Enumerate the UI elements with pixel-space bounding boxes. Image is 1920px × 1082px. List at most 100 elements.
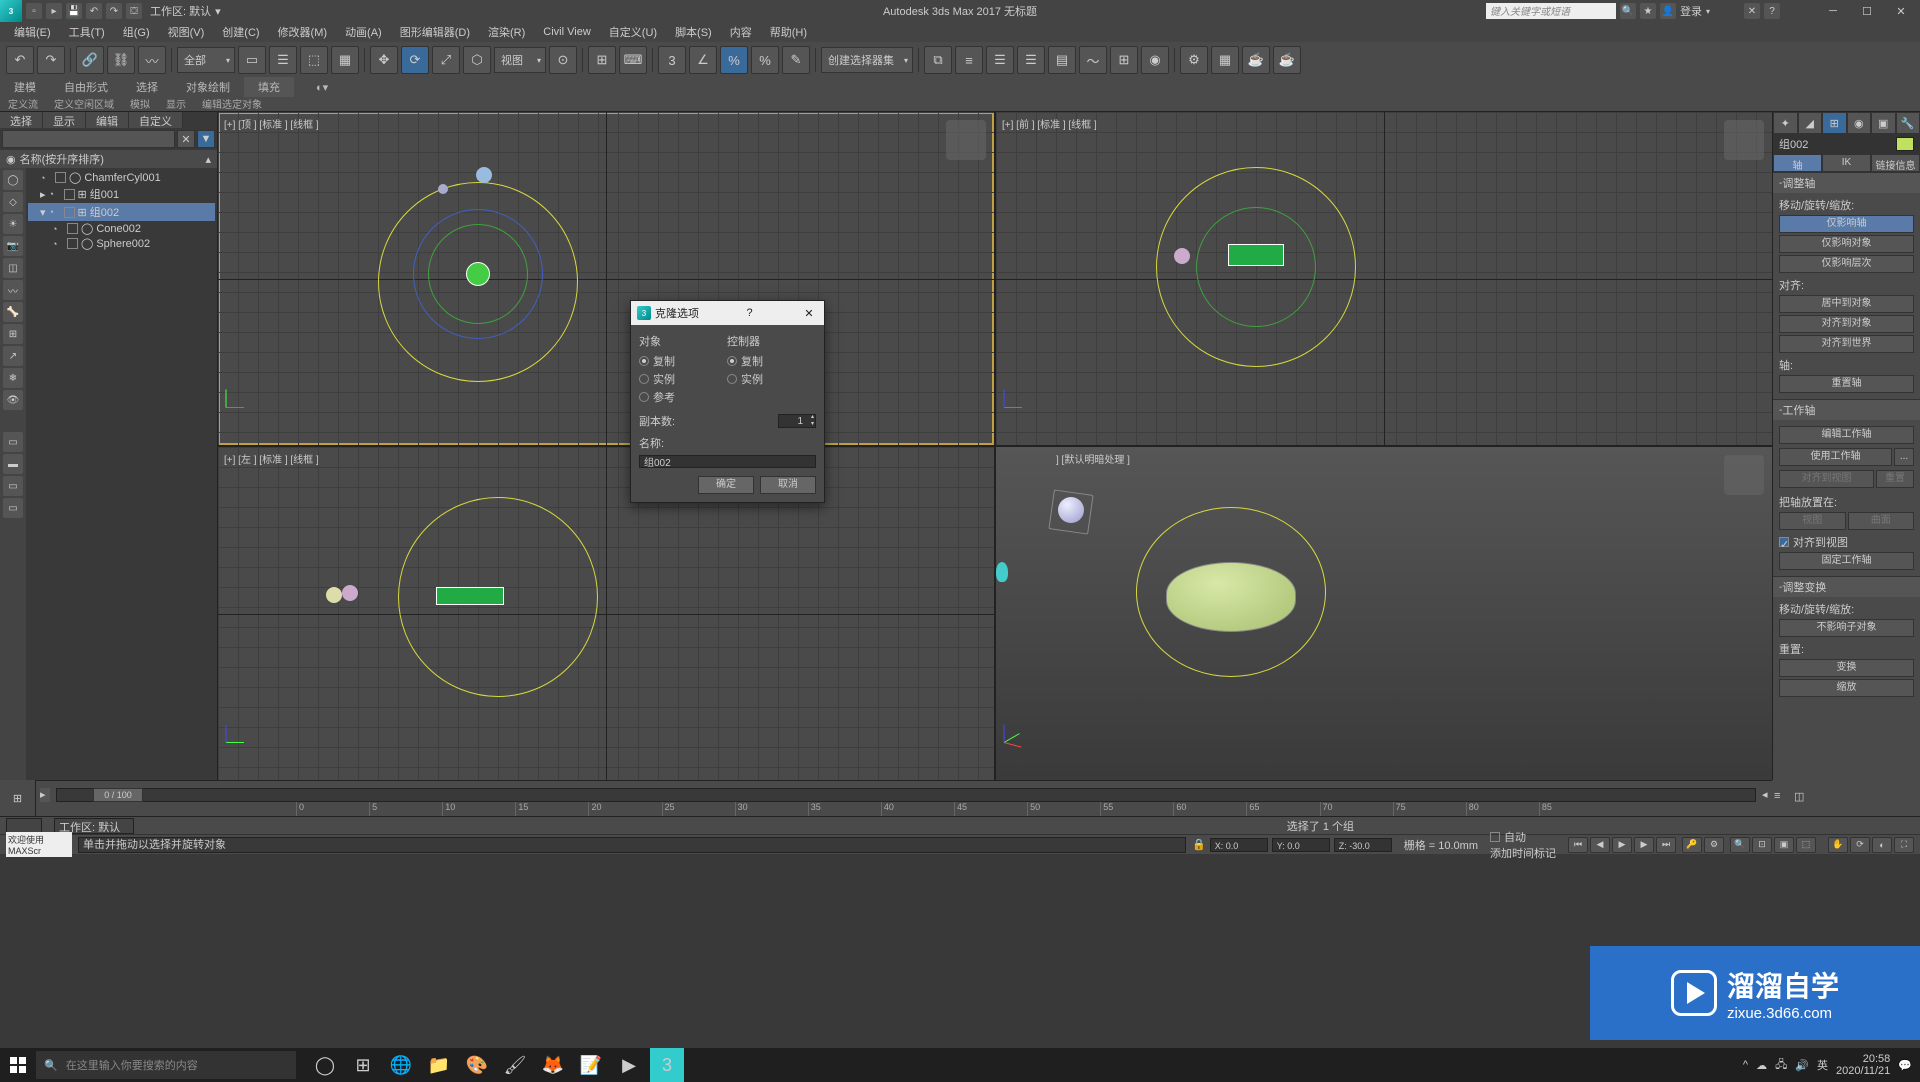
- filter-c-icon[interactable]: ▭: [3, 476, 23, 496]
- redo-button[interactable]: ↷: [37, 46, 65, 74]
- keyboard-shortcut-button[interactable]: ⌨: [619, 46, 647, 74]
- placement-button[interactable]: ⬡: [463, 46, 491, 74]
- render-button[interactable]: ☕: [1242, 46, 1270, 74]
- angle-snap-button[interactable]: ∠: [689, 46, 717, 74]
- time-slider-thumb[interactable]: 0 / 100: [93, 788, 143, 802]
- cmd-tab-utilities-icon[interactable]: 🔧: [1896, 112, 1920, 134]
- anim-next-button[interactable]: ▶: [1634, 837, 1654, 853]
- manipulate-button[interactable]: ⊞: [588, 46, 616, 74]
- filter-hidden-icon[interactable]: 👁: [3, 390, 23, 410]
- wp-align-view-button[interactable]: 对齐到视图: [1779, 470, 1874, 488]
- explorer-sort-header[interactable]: ◉ 名称(按升序排序) ▴: [0, 150, 217, 168]
- star-icon[interactable]: ★: [1640, 3, 1656, 19]
- affect-pivot-button[interactable]: 仅影响轴: [1779, 215, 1914, 233]
- explorer-filter-icon[interactable]: ▼: [197, 130, 215, 148]
- viewport-left[interactable]: [+] [左 ] [标准 ] [线框 ]: [218, 447, 994, 780]
- selection-filter-dropdown[interactable]: 全部: [177, 47, 235, 73]
- clock-time[interactable]: 20:58: [1836, 1053, 1890, 1065]
- spinner-snap-button[interactable]: %: [751, 46, 779, 74]
- cmd-tab-motion-icon[interactable]: ◉: [1847, 112, 1872, 134]
- menu-group[interactable]: 组(G): [115, 22, 158, 42]
- viewport-label[interactable]: ] [默认明暗处理 ]: [1056, 451, 1130, 466]
- ribbon-defidle[interactable]: 定义空闲区域: [46, 95, 122, 112]
- undo-button[interactable]: ↶: [6, 46, 34, 74]
- viewport-label[interactable]: [+] [顶 ] [标准 ] [线框 ]: [224, 116, 319, 131]
- filter-bone-icon[interactable]: 🦴: [3, 302, 23, 322]
- rotate-button[interactable]: ⟳: [401, 46, 429, 74]
- zoom-region-button[interactable]: ⬚: [1796, 837, 1816, 853]
- filter-camera-icon[interactable]: 📷: [3, 236, 23, 256]
- hierarchy-ik-tab[interactable]: IK: [1822, 154, 1871, 172]
- ctrl-instance-radio[interactable]: 实例: [727, 371, 812, 387]
- explorer-tab-select[interactable]: 选择: [0, 112, 43, 128]
- ctrl-copy-radio[interactable]: 复制: [727, 353, 812, 369]
- move-button[interactable]: ✥: [370, 46, 398, 74]
- unlink-button[interactable]: ⛓: [107, 46, 135, 74]
- maximize-viewport-button[interactable]: ⛶: [1894, 837, 1914, 853]
- ribbon-objpaint[interactable]: 对象绘制: [172, 77, 244, 97]
- explorer-tab-edit[interactable]: 编辑: [86, 112, 129, 128]
- app-icon-1[interactable]: 🎨: [460, 1048, 494, 1082]
- tree-item-chamfercyl[interactable]: ◔◯ChamferCyl001: [28, 170, 215, 185]
- cmd-tab-modify-icon[interactable]: ◢: [1798, 112, 1823, 134]
- wp-align-view-checkbox[interactable]: ✓对齐到视图: [1779, 534, 1914, 550]
- menu-views[interactable]: 视图(V): [160, 22, 213, 42]
- filter-xref-icon[interactable]: ↗: [3, 346, 23, 366]
- add-time-tag[interactable]: 添加时间标记: [1490, 845, 1556, 861]
- reset-scale-button[interactable]: 缩放: [1779, 679, 1914, 697]
- cmd-tab-hierarchy-icon[interactable]: ⊞: [1822, 112, 1847, 134]
- zoom-button[interactable]: 🔍: [1730, 837, 1750, 853]
- anim-gotostart-button[interactable]: ⏮: [1568, 837, 1588, 853]
- center-to-object-button[interactable]: 居中到对象: [1779, 295, 1914, 313]
- render-fb-button[interactable]: ▦: [1211, 46, 1239, 74]
- timeline-ruler[interactable]: 0 5 10 15 20 25 30 35 40 45 50 55 60 65 …: [296, 802, 1612, 816]
- layer2-button[interactable]: ☰: [1017, 46, 1045, 74]
- viewcube-icon[interactable]: [1724, 120, 1764, 160]
- mirror-button[interactable]: ⧉: [924, 46, 952, 74]
- use-working-pivot-button[interactable]: 使用工作轴: [1779, 448, 1892, 466]
- viewport-label[interactable]: [+] [左 ] [标准 ] [线框 ]: [224, 451, 319, 466]
- snap-button[interactable]: 3: [658, 46, 686, 74]
- dialog-cancel-button[interactable]: 取消: [760, 476, 816, 494]
- viewport-label[interactable]: [+] [前 ] [标准 ] [线框 ]: [1002, 116, 1097, 131]
- explorer-clear-icon[interactable]: ✕: [177, 130, 195, 148]
- copies-spinner[interactable]: 1: [778, 414, 816, 428]
- cmd-tab-create-icon[interactable]: ✦: [1773, 112, 1798, 134]
- select-name-button[interactable]: ☰: [269, 46, 297, 74]
- clone-reference-radio[interactable]: 参考: [639, 389, 724, 405]
- user-icon[interactable]: 👤: [1660, 3, 1676, 19]
- align-button[interactable]: ≡: [955, 46, 983, 74]
- ribbon-editsel[interactable]: 编辑选定对象: [194, 95, 270, 112]
- named-selset-dropdown[interactable]: 创建选择器集: [821, 47, 913, 73]
- app-logo[interactable]: 3: [0, 0, 22, 22]
- affect-object-button[interactable]: 仅影响对象: [1779, 235, 1914, 253]
- coord-y[interactable]: Y: 0.0: [1272, 838, 1330, 852]
- explorer-app-icon[interactable]: 📁: [422, 1048, 456, 1082]
- edge-app-icon[interactable]: 🌐: [384, 1048, 418, 1082]
- help-icon[interactable]: ?: [1764, 3, 1780, 19]
- ribbon-defflow[interactable]: 定义流: [0, 95, 46, 112]
- filter-helper-icon[interactable]: ◫: [3, 258, 23, 278]
- pan-button[interactable]: ✋: [1828, 837, 1848, 853]
- taskview-button[interactable]: ◯: [308, 1048, 342, 1082]
- render-last-button[interactable]: ☕: [1273, 46, 1301, 74]
- menu-edit[interactable]: 编辑(E): [6, 22, 59, 42]
- rollout-adjust-xform[interactable]: - 调整变换: [1773, 577, 1920, 597]
- key-mode-button[interactable]: 🔑: [1682, 837, 1702, 853]
- pivot-center-button[interactable]: ⊙: [549, 46, 577, 74]
- fov-button[interactable]: ◐: [1872, 837, 1892, 853]
- edit-named-sel-button[interactable]: ✎: [782, 46, 810, 74]
- menu-create[interactable]: 创建(C): [214, 22, 267, 42]
- timeline-end-icon[interactable]: ◂: [1762, 788, 1772, 801]
- explorer-search-input[interactable]: [2, 130, 175, 148]
- percent-snap-button[interactable]: %: [720, 46, 748, 74]
- viewport-top[interactable]: [+] [顶 ] [标准 ] [线框 ]: [218, 112, 994, 445]
- ribbon-selection[interactable]: 选择: [122, 77, 172, 97]
- filter-geom-icon[interactable]: ◯: [3, 170, 23, 190]
- dont-affect-children-button[interactable]: 不影响子对象: [1779, 619, 1914, 637]
- time-config-button[interactable]: ⚙: [1704, 837, 1724, 853]
- viewcube-icon[interactable]: [1724, 455, 1764, 495]
- viewport-layout-button[interactable]: ⊞: [0, 780, 36, 816]
- filter-group-icon[interactable]: ⊞: [3, 324, 23, 344]
- filter-b-icon[interactable]: ▬: [3, 454, 23, 474]
